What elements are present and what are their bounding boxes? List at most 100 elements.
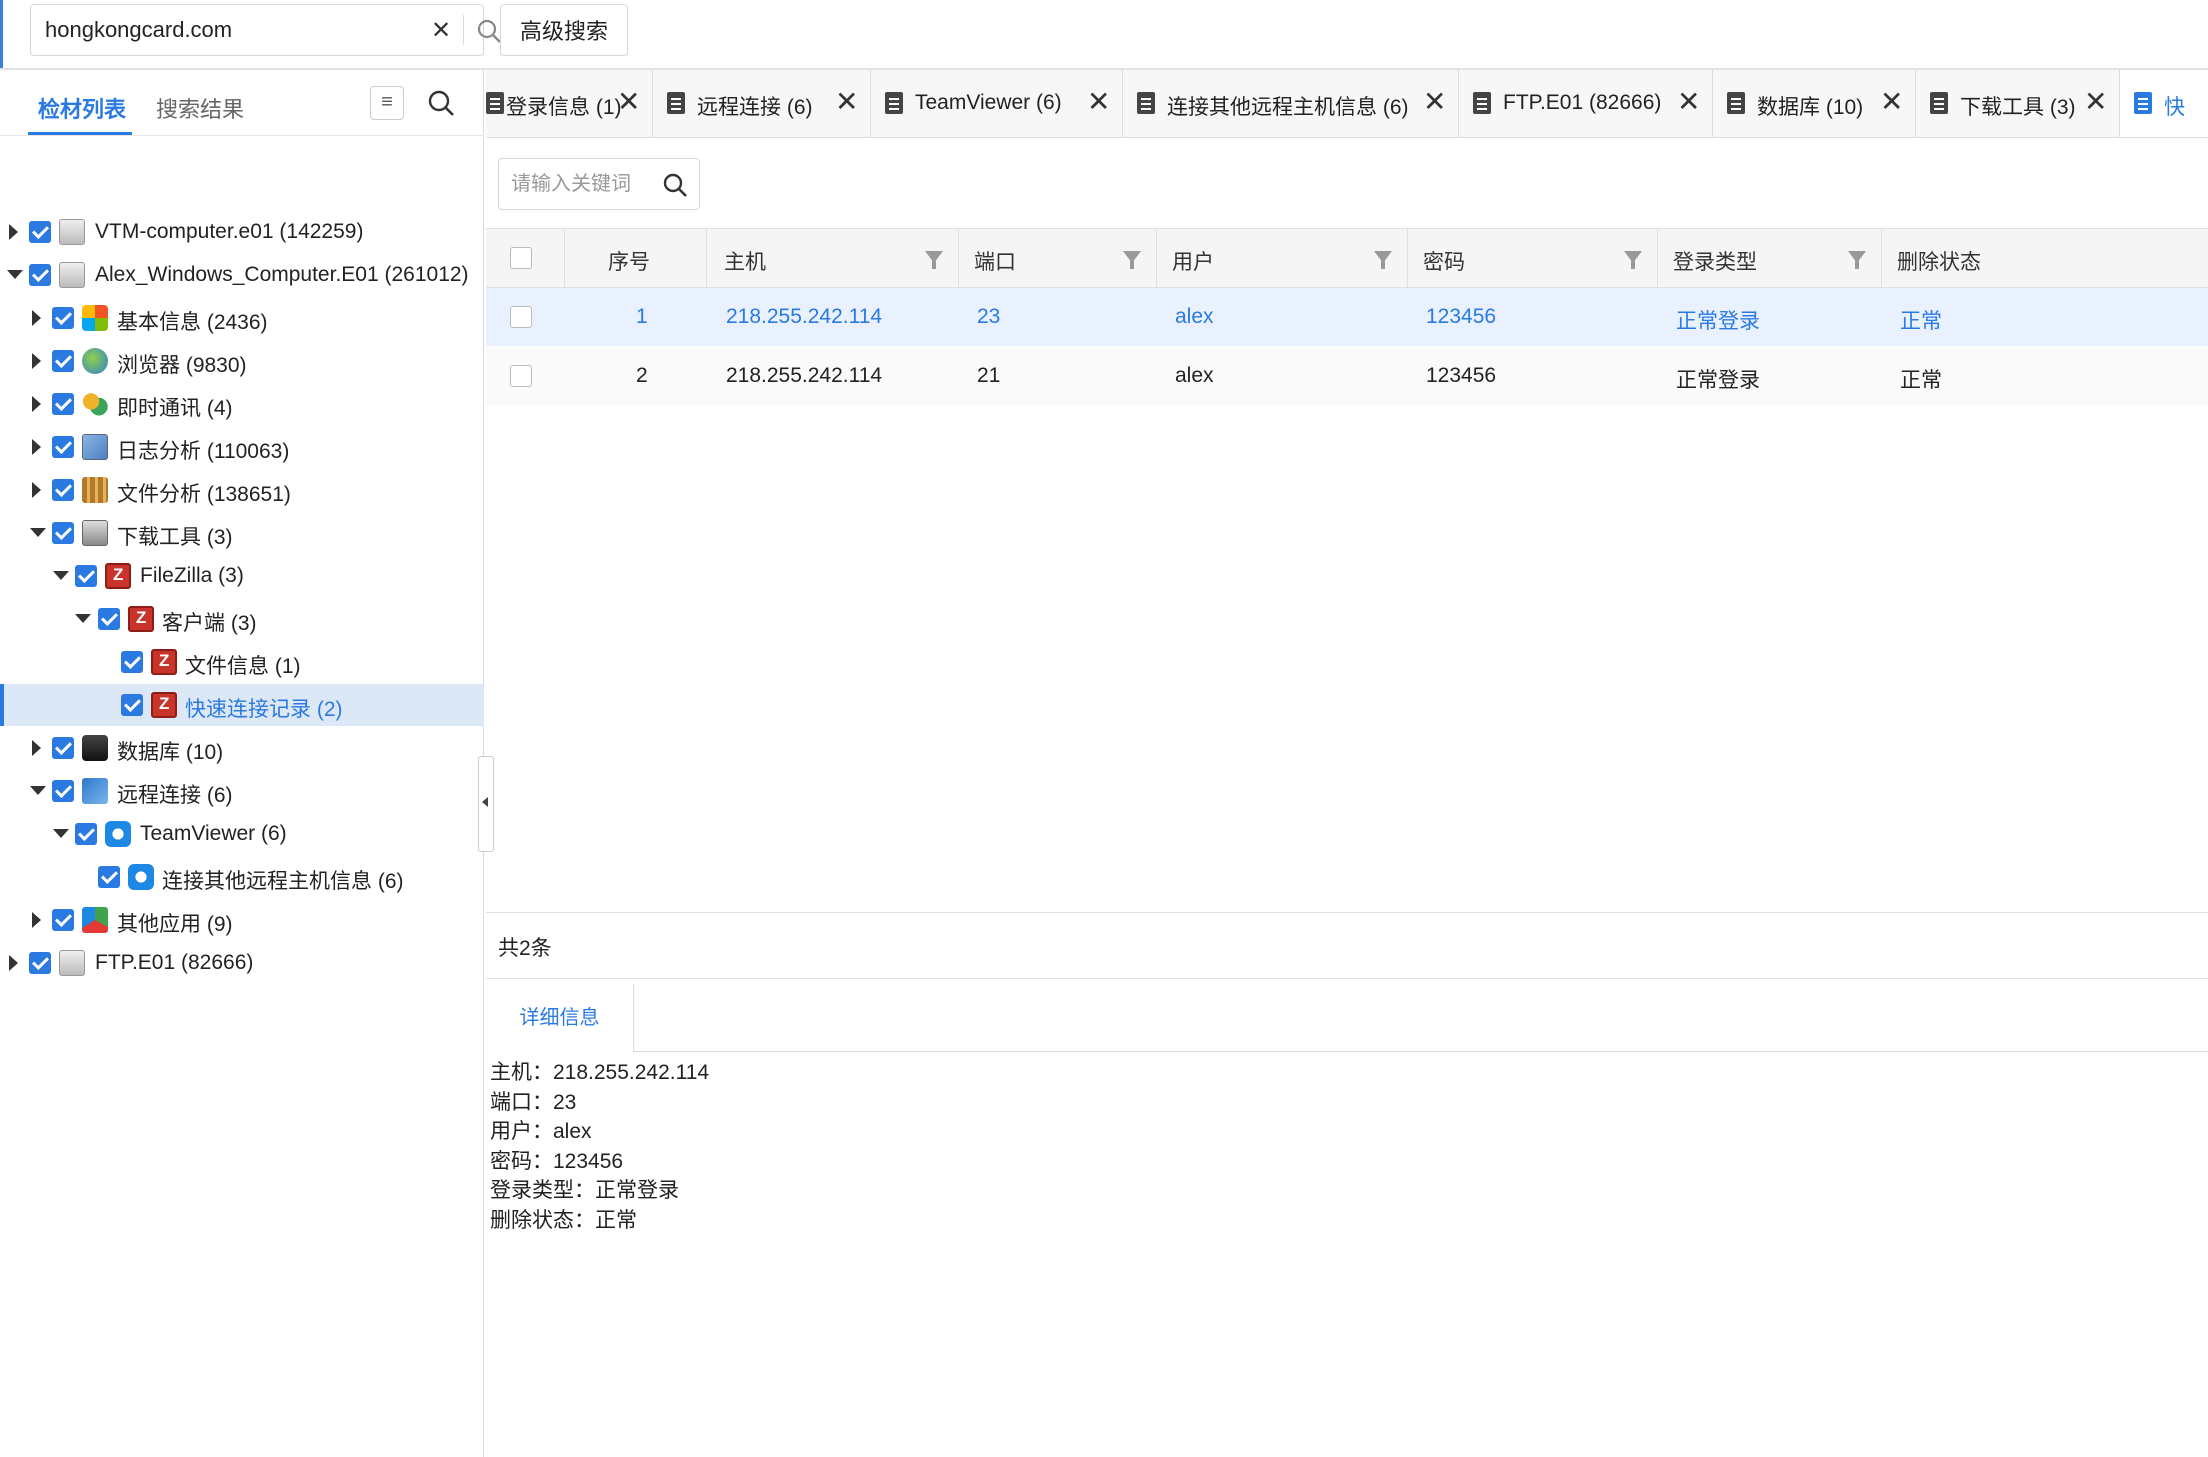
close-icon[interactable]: ✕	[2084, 88, 2107, 116]
filter-icon[interactable]	[1624, 251, 1642, 269]
tab-search-results[interactable]: 搜索结果	[156, 92, 244, 124]
node-checkbox[interactable]	[52, 350, 74, 372]
tree-node[interactable]: 文件分析 (138651)	[0, 469, 484, 511]
expand-arrow-icon[interactable]	[9, 955, 18, 971]
node-checkbox[interactable]	[29, 221, 51, 243]
collapse-arrow-icon[interactable]	[53, 829, 69, 838]
expand-arrow-icon[interactable]	[32, 310, 41, 326]
node-checkbox[interactable]	[75, 565, 97, 587]
close-icon[interactable]: ✕	[1677, 88, 1700, 116]
node-checkbox[interactable]	[52, 393, 74, 415]
tab-evidence-list[interactable]: 检材列表	[38, 92, 126, 124]
global-search-box[interactable]: ✕	[30, 4, 501, 56]
expand-arrow-icon[interactable]	[32, 912, 41, 928]
node-checkbox[interactable]	[98, 608, 120, 630]
close-icon[interactable]: ✕	[1880, 88, 1903, 116]
column-header[interactable]: 用户	[1157, 229, 1408, 287]
advanced-search-button[interactable]: 高级搜索	[500, 4, 628, 56]
node-checkbox[interactable]	[52, 479, 74, 501]
expand-arrow-icon[interactable]	[32, 396, 41, 412]
tree-node[interactable]: 下载工具 (3)	[0, 512, 484, 554]
collapse-arrow-icon[interactable]	[75, 614, 91, 623]
tree-node[interactable]: 客户端 (3)	[0, 598, 484, 640]
collapse-arrow-icon[interactable]	[30, 528, 46, 537]
tree-node[interactable]: 其他应用 (9)	[0, 899, 484, 941]
node-checkbox[interactable]	[29, 264, 51, 286]
keyword-input[interactable]	[511, 169, 651, 199]
tree-node[interactable]: 远程连接 (6)	[0, 770, 484, 812]
node-checkbox[interactable]	[52, 436, 74, 458]
node-checkbox[interactable]	[52, 522, 74, 544]
select-all-checkbox[interactable]	[510, 247, 532, 269]
column-header[interactable]: 主机	[707, 229, 959, 287]
search-icon[interactable]	[426, 88, 456, 118]
tree-node[interactable]: 浏览器 (9830)	[0, 340, 484, 382]
tree-node-selected[interactable]: 快速连接记录 (2)	[0, 684, 484, 726]
expand-arrow-icon[interactable]	[9, 224, 18, 240]
tree-node[interactable]: Alex_Windows_Computer.E01 (261012)	[0, 254, 484, 296]
close-icon[interactable]: ✕	[835, 88, 858, 116]
tree-node[interactable]: TeamViewer (6)	[0, 813, 484, 855]
node-checkbox[interactable]	[29, 952, 51, 974]
expand-arrow-icon[interactable]	[32, 353, 41, 369]
column-header[interactable]: 密码	[1408, 229, 1658, 287]
node-checkbox[interactable]	[121, 651, 143, 673]
remote-icon	[82, 778, 108, 804]
search-icon[interactable]	[475, 17, 503, 45]
tab-detail-info[interactable]: 详细信息	[486, 984, 634, 1052]
row-checkbox[interactable]	[510, 365, 532, 387]
tab-ftp[interactable]: FTP.E01 (82666) ✕	[1459, 70, 1713, 137]
column-label: 用户	[1172, 251, 1214, 274]
tab-teamviewer[interactable]: TeamViewer (6) ✕	[871, 70, 1123, 137]
tree-node[interactable]: FileZilla (3)	[0, 555, 484, 597]
node-checkbox[interactable]	[98, 866, 120, 888]
node-checkbox[interactable]	[52, 780, 74, 802]
filter-icon[interactable]	[925, 251, 943, 269]
tab-remote-connection[interactable]: 远程连接 (6) ✕	[653, 70, 871, 137]
table-row[interactable]: 2 218.255.242.114 21 alex 123456 正常登录 正常	[486, 347, 2208, 405]
tab-quick-connect[interactable]: 快	[2120, 70, 2208, 137]
collapse-arrow-icon[interactable]	[30, 786, 46, 795]
tree-node[interactable]: 文件信息 (1)	[0, 641, 484, 683]
column-header[interactable]: 序号	[565, 229, 707, 287]
node-checkbox[interactable]	[121, 694, 143, 716]
row-checkbox[interactable]	[510, 306, 532, 328]
column-header[interactable]: 端口	[959, 229, 1157, 287]
node-checkbox[interactable]	[52, 909, 74, 931]
global-search-input[interactable]	[45, 13, 415, 47]
search-icon[interactable]	[661, 171, 689, 199]
menu-icon[interactable]: ≡	[370, 86, 404, 120]
tree-node[interactable]: VTM-computer.e01 (142259)	[0, 211, 484, 253]
expand-arrow-icon[interactable]	[32, 439, 41, 455]
column-header[interactable]: 登录类型	[1658, 229, 1882, 287]
close-icon[interactable]: ✕	[617, 88, 640, 116]
tree-node[interactable]: 基本信息 (2436)	[0, 297, 484, 339]
tab-login-info[interactable]: 登录信息 (1) ✕	[486, 70, 653, 137]
collapse-arrow-icon[interactable]	[53, 571, 69, 580]
close-icon[interactable]: ✕	[1423, 88, 1446, 116]
filter-icon[interactable]	[1374, 251, 1392, 269]
tree-node[interactable]: 日志分析 (110063)	[0, 426, 484, 468]
node-checkbox[interactable]	[52, 307, 74, 329]
tree-node[interactable]: 数据库 (10)	[0, 727, 484, 769]
close-icon[interactable]: ✕	[1087, 88, 1110, 116]
panel-collapse-handle[interactable]	[478, 756, 494, 852]
collapse-arrow-icon[interactable]	[7, 270, 23, 279]
table-row[interactable]: 1 218.255.242.114 23 alex 123456 正常登录 正常	[486, 288, 2208, 346]
node-checkbox[interactable]	[75, 823, 97, 845]
filter-icon[interactable]	[1848, 251, 1866, 269]
node-checkbox[interactable]	[52, 737, 74, 759]
clear-icon[interactable]: ✕	[427, 17, 455, 45]
expand-arrow-icon[interactable]	[32, 740, 41, 756]
column-header[interactable]: 删除状态	[1882, 229, 2208, 287]
expand-arrow-icon[interactable]	[32, 482, 41, 498]
tree-node[interactable]: 连接其他远程主机信息 (6)	[0, 856, 484, 898]
keyword-filter-box[interactable]	[498, 158, 700, 210]
cell-status: 正常	[1900, 310, 1942, 333]
tab-download-tools[interactable]: 下载工具 (3) ✕	[1916, 70, 2120, 137]
tree-node[interactable]: FTP.E01 (82666)	[0, 942, 484, 984]
filter-icon[interactable]	[1123, 251, 1141, 269]
tab-remote-host-info[interactable]: 连接其他远程主机信息 (6) ✕	[1123, 70, 1459, 137]
tree-node[interactable]: 即时通讯 (4)	[0, 383, 484, 425]
tab-database[interactable]: 数据库 (10) ✕	[1713, 70, 1916, 137]
